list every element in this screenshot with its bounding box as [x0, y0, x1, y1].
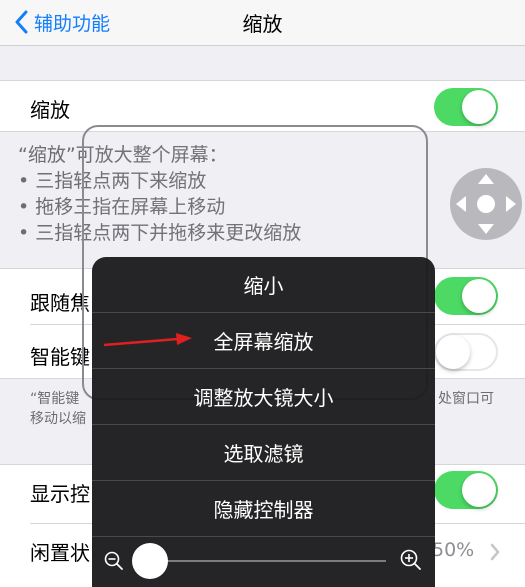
follow-focus-label: 跟随焦: [30, 291, 90, 315]
zoom-level-slider-thumb[interactable]: [132, 543, 168, 579]
zoom-label: 缩放: [30, 98, 70, 122]
chevron-right-icon: [490, 543, 500, 561]
toggle-knob: [436, 335, 470, 369]
zoom-out-option[interactable]: 缩小: [92, 257, 435, 312]
direction-pad-icon: [456, 174, 516, 234]
show-controller-toggle[interactable]: [434, 471, 498, 509]
hide-controller-option[interactable]: 隐藏控制器: [92, 481, 435, 536]
zoom-level-slider-track[interactable]: [150, 560, 386, 562]
navigation-bar: 辅助功能 缩放: [0, 0, 525, 46]
toggle-knob: [462, 473, 496, 507]
idle-value: 50%: [432, 539, 475, 561]
idle-label: 闲置状: [30, 541, 90, 565]
show-controller-label: 显示控: [30, 482, 90, 506]
red-arrow-annotation: [103, 333, 192, 347]
page-title: 缩放: [242, 12, 283, 36]
smart-keyboard-footer: “智能键: [30, 391, 80, 407]
smart-keyboard-footer: 处窗口可: [438, 391, 494, 407]
zoom-in-icon[interactable]: [400, 549, 422, 571]
choose-filter-option[interactable]: 选取滤镜: [92, 425, 435, 480]
zoom-joystick[interactable]: [450, 168, 522, 240]
resize-lens-option[interactable]: 调整放大镜大小: [92, 369, 435, 424]
follow-focus-toggle[interactable]: [434, 277, 498, 315]
smart-keyboard-label: 智能键: [30, 345, 90, 369]
zoom-toggle[interactable]: [434, 88, 498, 126]
menu-divider: [92, 536, 435, 537]
toggle-knob: [462, 279, 496, 313]
smart-keyboard-footer: 移动以缩: [30, 411, 86, 427]
smart-keyboard-toggle[interactable]: [434, 333, 498, 371]
zoom-out-icon[interactable]: [104, 551, 124, 571]
toggle-knob: [462, 90, 496, 124]
zoom-menu: 缩小 全屏幕缩放 调整放大镜大小 选取滤镜 隐藏控制器: [92, 257, 435, 587]
